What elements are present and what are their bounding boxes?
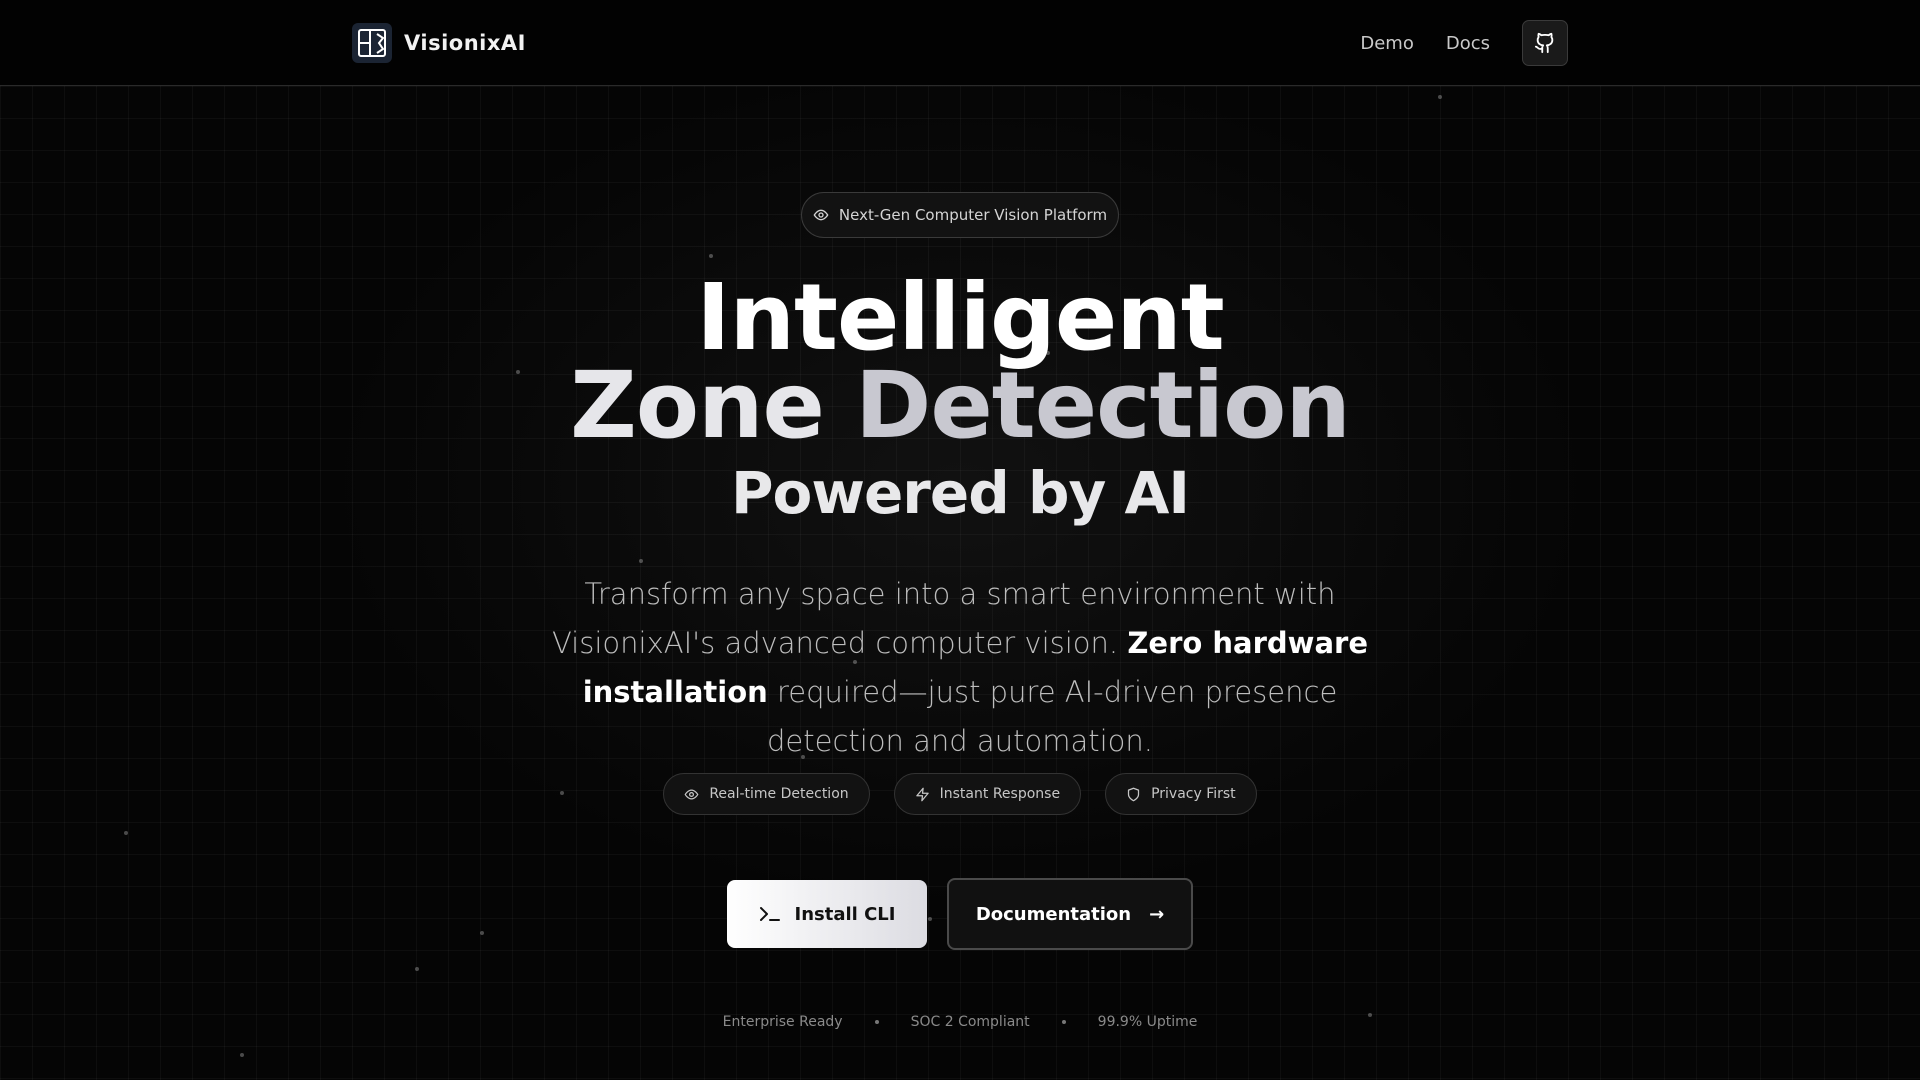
particle	[639, 559, 643, 563]
nav-docs-link[interactable]: Docs	[1446, 33, 1490, 54]
arrow-right-icon: →	[1149, 903, 1165, 925]
particle	[1438, 95, 1442, 99]
hero-title-line2: Zone Detection	[0, 356, 1920, 456]
particle	[240, 1053, 244, 1057]
github-icon	[1534, 32, 1554, 54]
eye-icon	[813, 209, 829, 221]
shield-icon	[1127, 787, 1140, 801]
nav-demo-link[interactable]: Demo	[1360, 33, 1413, 54]
trust-item: SOC 2 Compliant	[910, 1014, 1030, 1030]
feature-privacy: Privacy First	[1105, 773, 1257, 815]
feature-label: Real-time Detection	[709, 786, 849, 802]
bolt-icon	[915, 787, 929, 801]
documentation-label: Documentation	[975, 903, 1132, 925]
feature-label: Privacy First	[1151, 786, 1236, 802]
trust-item: 99.9% Uptime	[1097, 1014, 1198, 1030]
lead-text-end: required—just pure AI-driven presence de…	[766, 675, 1338, 758]
install-cli-label: Install CLI	[794, 903, 896, 925]
landing-page: VisionixAI Demo Docs Next-Gen Computer V…	[0, 0, 1920, 1080]
logo-icon	[352, 23, 392, 63]
eye-icon	[684, 788, 699, 800]
install-cli-button[interactable]: Install CLI	[727, 880, 927, 948]
hero-title-zone: Zone	[570, 352, 825, 459]
brand[interactable]: VisionixAI	[352, 22, 526, 64]
main-nav: Demo Docs	[1360, 20, 1568, 66]
platform-badge: Next-Gen Computer Vision Platform	[801, 192, 1119, 238]
hero-description: Transform any space into a smart environ…	[510, 570, 1410, 766]
brand-name: VisionixAI	[404, 31, 526, 55]
separator-dot	[1061, 1020, 1066, 1024]
badge-label: Next-Gen Computer Vision Platform	[838, 206, 1108, 224]
particle	[415, 967, 419, 971]
site-header: VisionixAI Demo Docs	[0, 0, 1920, 86]
cta-group: Install CLI Documentation →	[0, 878, 1920, 950]
feature-realtime: Real-time Detection	[663, 773, 870, 815]
trust-indicators: Enterprise Ready SOC 2 Compliant 99.9% U…	[0, 1014, 1920, 1030]
particle	[709, 254, 713, 258]
feature-list: Real-time Detection Instant Response Pri…	[0, 773, 1920, 815]
particle	[124, 831, 128, 835]
documentation-button[interactable]: Documentation →	[947, 878, 1193, 950]
feature-label: Instant Response	[939, 786, 1061, 802]
separator-dot	[874, 1020, 879, 1024]
hero-title-detection: Detection	[854, 352, 1351, 459]
terminal-icon	[759, 907, 780, 921]
feature-instant: Instant Response	[893, 773, 1082, 815]
github-button[interactable]	[1522, 20, 1568, 66]
trust-item: Enterprise Ready	[722, 1014, 843, 1030]
hero-subtitle: Powered by AI	[731, 459, 1190, 527]
